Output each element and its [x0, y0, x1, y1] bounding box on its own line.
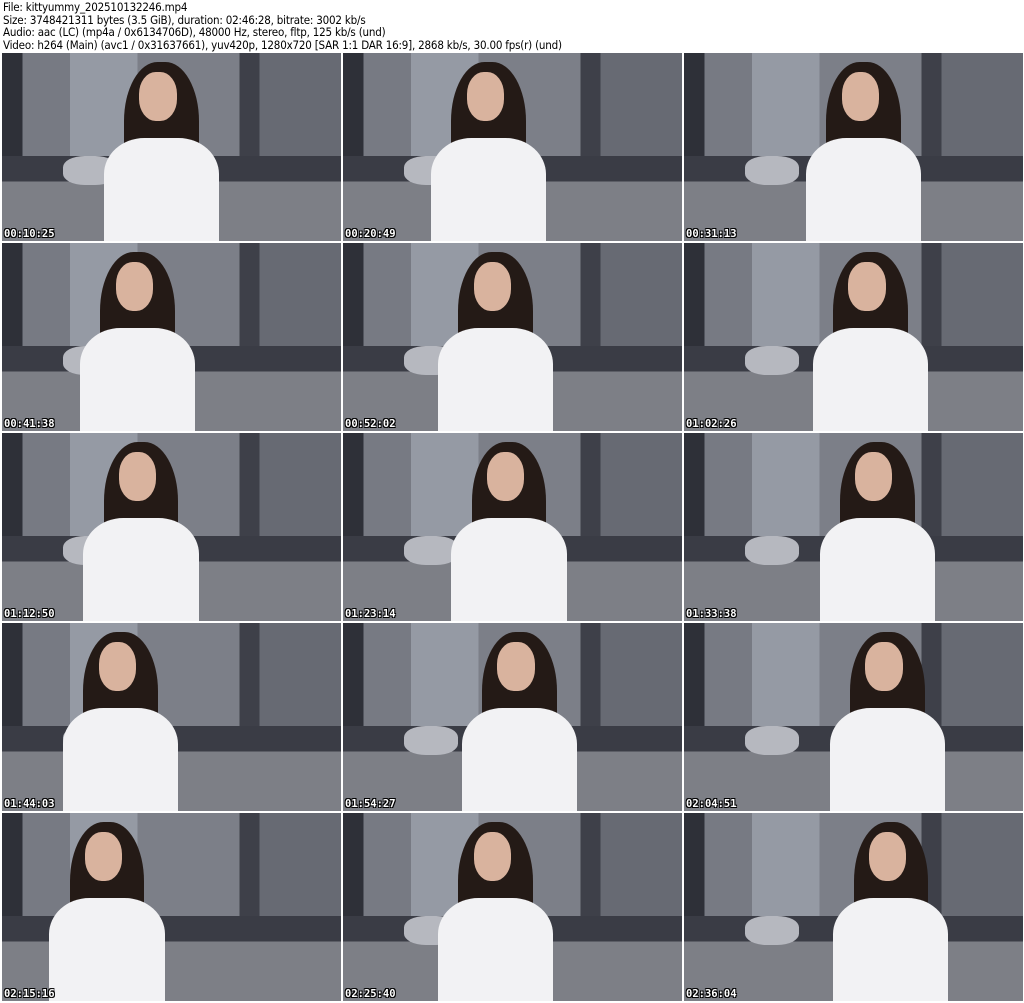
timestamp-label: 00:20:49	[345, 228, 396, 240]
video-info: Video: h264 (Main) (avc1 / 0x31637661), …	[3, 37, 562, 52]
pillow	[745, 346, 800, 375]
video-frame-thumbnail: 01:12:50	[2, 433, 341, 621]
video-frame-thumbnail: 01:23:14	[343, 433, 682, 621]
timestamp-label: 01:02:26	[686, 418, 737, 430]
person-shirt	[833, 897, 949, 1001]
person-face	[868, 831, 907, 881]
thumbnail-grid: 00:10:25 00:20:49 00:31:13 00:41:38 00:52:02…	[2, 53, 1023, 1001]
timestamp-label: 02:15:16	[4, 988, 55, 1000]
timestamp-label: 02:25:40	[345, 988, 396, 1000]
pillow	[745, 536, 800, 565]
person-face	[473, 261, 511, 311]
person-face	[85, 831, 123, 881]
person-face	[841, 71, 879, 121]
person-shirt	[819, 517, 935, 621]
video-frame-thumbnail: 00:20:49	[343, 53, 682, 241]
person-shirt	[49, 897, 165, 1001]
person-face	[118, 451, 157, 501]
video-frame-thumbnail: 00:52:02	[343, 243, 682, 431]
timestamp-label: 01:44:03	[4, 798, 55, 810]
person-face	[497, 641, 535, 691]
person-face	[865, 641, 903, 691]
person-shirt	[461, 707, 577, 811]
audio-info: Audio: aac (LC) (mp4a / 0x6134706D), 480…	[3, 25, 386, 40]
person-shirt	[829, 707, 946, 811]
timestamp-label: 01:12:50	[4, 608, 55, 620]
video-frame-thumbnail: 02:25:40	[343, 813, 682, 1001]
timestamp-label: 00:52:02	[345, 418, 396, 430]
person-shirt	[83, 517, 199, 621]
file-name: File: kittyummy_202510132246.mp4	[3, 0, 188, 14]
person-face	[487, 451, 525, 501]
timestamp-label: 00:41:38	[4, 418, 55, 430]
video-frame-thumbnail: 00:10:25	[2, 53, 341, 241]
person-shirt	[79, 327, 196, 431]
person-shirt	[63, 707, 179, 811]
room-wall	[2, 623, 341, 727]
person-shirt	[437, 327, 554, 431]
person-face	[139, 71, 177, 121]
pillow	[745, 156, 800, 185]
pillow	[404, 726, 459, 755]
person-face	[115, 261, 153, 311]
video-frame-thumbnail: 01:02:26	[684, 243, 1023, 431]
person-face	[855, 451, 893, 501]
person-shirt	[431, 137, 547, 241]
pillow	[745, 726, 800, 755]
person-face	[848, 261, 886, 311]
video-frame-thumbnail: 00:41:38	[2, 243, 341, 431]
file-info-header: File: kittyummy_202510132246.mp4 Size: 3…	[3, 1, 562, 51]
person-shirt	[806, 137, 922, 241]
person-shirt	[451, 517, 567, 621]
timestamp-label: 02:04:51	[686, 798, 737, 810]
person-shirt	[437, 897, 554, 1001]
person-shirt	[812, 327, 929, 431]
timestamp-label: 01:33:38	[686, 608, 737, 620]
video-frame-thumbnail: 02:36:04	[684, 813, 1023, 1001]
person-face	[466, 71, 505, 121]
pillow	[404, 536, 459, 565]
person-shirt	[103, 137, 219, 241]
video-frame-thumbnail: 01:54:27	[343, 623, 682, 811]
person-face	[473, 831, 511, 881]
timestamp-label: 00:31:13	[686, 228, 737, 240]
video-frame-thumbnail: 00:31:13	[684, 53, 1023, 241]
timestamp-label: 00:10:25	[4, 228, 55, 240]
timestamp-label: 02:36:04	[686, 988, 737, 1000]
timestamp-label: 01:23:14	[345, 608, 396, 620]
pillow	[745, 916, 800, 945]
video-frame-thumbnail: 02:04:51	[684, 623, 1023, 811]
person-face	[98, 641, 136, 691]
video-frame-thumbnail: 02:15:16	[2, 813, 341, 1001]
video-frame-thumbnail: 01:44:03	[2, 623, 341, 811]
timestamp-label: 01:54:27	[345, 798, 396, 810]
video-frame-thumbnail: 01:33:38	[684, 433, 1023, 621]
room-wall	[2, 813, 341, 917]
